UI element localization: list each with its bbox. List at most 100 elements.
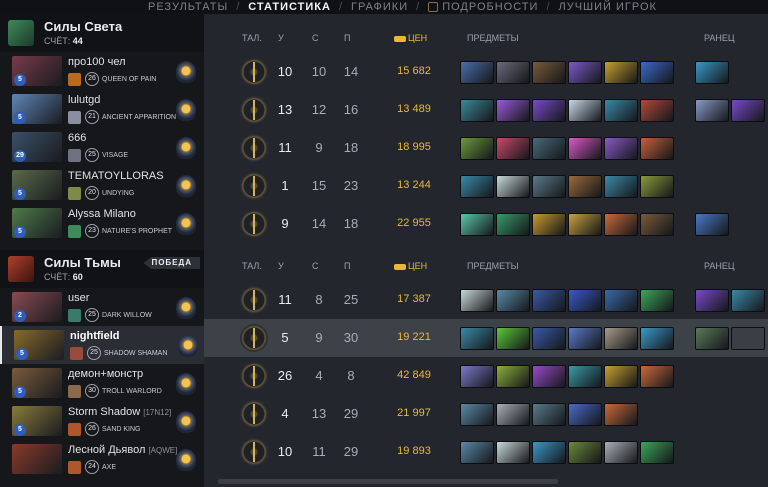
item-icon[interactable] (604, 213, 638, 236)
item-icon[interactable] (532, 175, 566, 198)
item-icon[interactable] (460, 99, 494, 122)
item-icon[interactable] (532, 137, 566, 160)
item-icon[interactable] (532, 403, 566, 426)
item-icon[interactable] (604, 61, 638, 84)
item-icon[interactable] (640, 289, 674, 312)
item-icon[interactable] (496, 327, 530, 350)
stats-row[interactable]: 4 13 29 21 997 (204, 395, 768, 433)
item-icon[interactable] (568, 289, 602, 312)
item-icon[interactable] (532, 327, 566, 350)
item-icon[interactable] (640, 137, 674, 160)
talent-tree-icon[interactable] (240, 134, 268, 162)
item-icon[interactable] (604, 137, 638, 160)
stats-row[interactable]: 10 10 14 15 682 (204, 53, 768, 91)
player-card[interactable]: 5 lulutgd 21 ANCIENT APPARITION (0, 90, 204, 128)
talent-tree-icon[interactable] (240, 438, 268, 466)
talent-tree-icon[interactable] (240, 96, 268, 124)
player-name[interactable]: user (68, 292, 89, 304)
tab-4[interactable]: ЛУЧШИЙ ИГРОК (551, 1, 665, 13)
backpack-item-icon[interactable] (695, 99, 729, 122)
item-icon[interactable] (496, 289, 530, 312)
item-icon[interactable] (568, 365, 602, 388)
item-icon[interactable] (568, 175, 602, 198)
item-icon[interactable] (460, 441, 494, 464)
item-icon[interactable] (460, 327, 494, 350)
player-name[interactable]: про100 чел (68, 56, 126, 68)
item-icon[interactable] (604, 365, 638, 388)
item-icon[interactable] (532, 441, 566, 464)
player-card[interactable]: 29 666 25 VISAGE (0, 128, 204, 166)
item-icon[interactable] (604, 327, 638, 350)
talent-tree-icon[interactable] (240, 172, 268, 200)
talent-tree-icon[interactable] (240, 286, 268, 314)
backpack-item-icon[interactable] (695, 61, 729, 84)
tab-0[interactable]: РЕЗУЛЬТАТЫ (140, 1, 236, 13)
item-icon[interactable] (604, 175, 638, 198)
talent-tree-icon[interactable] (240, 400, 268, 428)
backpack-item-icon[interactable] (731, 327, 765, 350)
item-icon[interactable] (532, 365, 566, 388)
item-icon[interactable] (532, 61, 566, 84)
item-icon[interactable] (604, 99, 638, 122)
item-icon[interactable] (568, 61, 602, 84)
item-icon[interactable] (460, 365, 494, 388)
player-name[interactable]: Alyssa Milano (68, 208, 136, 220)
player-name[interactable]: демон+монстр (68, 368, 143, 380)
player-name[interactable]: nightfield (70, 330, 120, 342)
item-icon[interactable] (496, 175, 530, 198)
stats-row[interactable]: 11 8 25 17 387 (204, 281, 768, 319)
stats-row[interactable]: 1 15 23 13 244 (204, 167, 768, 205)
talent-tree-icon[interactable] (240, 362, 268, 390)
player-card[interactable]: 5 TEMATOYLLORAS 20 UNDYING (0, 166, 204, 204)
backpack-item-icon[interactable] (695, 289, 729, 312)
stats-row[interactable]: 11 9 18 18 995 (204, 129, 768, 167)
item-icon[interactable] (568, 213, 602, 236)
player-name[interactable]: 666 (68, 132, 86, 144)
player-name[interactable]: lulutgd (68, 94, 100, 106)
item-icon[interactable] (640, 61, 674, 84)
backpack-item-icon[interactable] (731, 99, 765, 122)
item-icon[interactable] (496, 99, 530, 122)
player-card[interactable]: 5 Alyssa Milano 23 NATURE'S PROPHET (0, 204, 204, 242)
player-name[interactable]: Лесной Дьявол [AQWE] (68, 444, 177, 456)
item-icon[interactable] (640, 175, 674, 198)
item-icon[interactable] (640, 365, 674, 388)
talent-tree-icon[interactable] (240, 58, 268, 86)
item-icon[interactable] (532, 289, 566, 312)
talent-tree-icon[interactable] (240, 324, 268, 352)
tab-2[interactable]: ГРАФИКИ (343, 1, 416, 13)
item-icon[interactable] (532, 99, 566, 122)
player-card[interactable]: 2 user 25 DARK WILLOW (0, 288, 204, 326)
player-card[interactable]: 5 демон+монстр 30 TROLL WARLORD (0, 364, 204, 402)
talent-tree-icon[interactable] (240, 210, 268, 238)
item-icon[interactable] (460, 61, 494, 84)
item-icon[interactable] (496, 61, 530, 84)
item-icon[interactable] (496, 403, 530, 426)
backpack-item-icon[interactable] (731, 289, 765, 312)
stats-row[interactable]: 10 11 29 19 893 (204, 433, 768, 471)
stats-row[interactable]: 13 12 16 13 489 (204, 91, 768, 129)
item-icon[interactable] (604, 441, 638, 464)
horizontal-scrollbar[interactable] (218, 479, 558, 484)
item-icon[interactable] (496, 213, 530, 236)
item-icon[interactable] (568, 99, 602, 122)
item-icon[interactable] (568, 441, 602, 464)
item-icon[interactable] (496, 137, 530, 160)
item-icon[interactable] (460, 175, 494, 198)
player-name[interactable]: TEMATOYLLORAS (68, 170, 164, 182)
item-icon[interactable] (460, 403, 494, 426)
item-icon[interactable] (604, 289, 638, 312)
player-card[interactable]: 5 nightfield 25 SHADOW SHAMAN (0, 326, 204, 364)
tab-1[interactable]: СТАТИСТИКА (240, 1, 339, 13)
stats-row[interactable]: 9 14 18 22 955 (204, 205, 768, 243)
item-icon[interactable] (568, 327, 602, 350)
item-icon[interactable] (496, 365, 530, 388)
item-icon[interactable] (532, 213, 566, 236)
item-icon[interactable] (640, 99, 674, 122)
item-icon[interactable] (496, 441, 530, 464)
item-icon[interactable] (568, 137, 602, 160)
stats-row[interactable]: 26 4 8 42 849 (204, 357, 768, 395)
player-name[interactable]: Storm Shadow [17N12] (68, 406, 171, 418)
player-card[interactable]: 5 Storm Shadow [17N12] 26 SAND KING (0, 402, 204, 440)
backpack-item-icon[interactable] (695, 327, 729, 350)
